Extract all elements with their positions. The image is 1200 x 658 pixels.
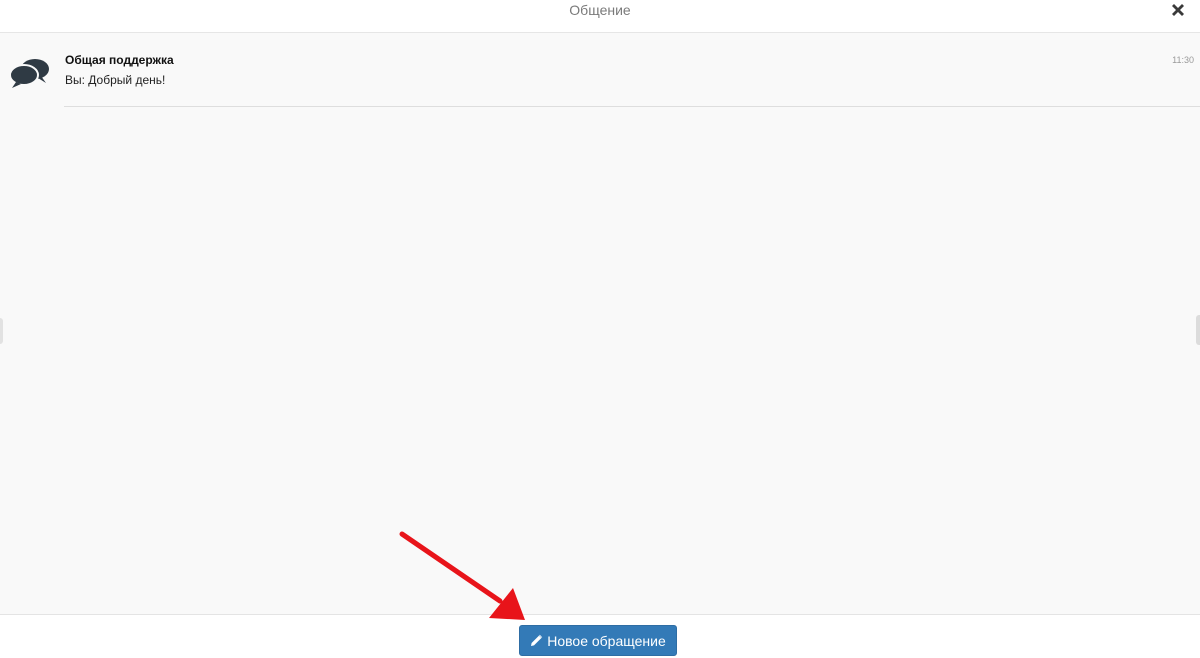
conversation-item[interactable]: Общая поддержка Вы: Добрый день! 11:30 [0, 33, 1200, 109]
close-button[interactable] [1170, 2, 1186, 18]
footer-bar: Новое обращение [0, 614, 1200, 658]
close-icon [1172, 4, 1184, 16]
chat-window: Общение Общая поддержка Вы: Добрый день!… [0, 0, 1200, 658]
conversation-title: Общая поддержка [65, 53, 174, 67]
header-bar: Общение [0, 0, 1200, 33]
pencil-icon [531, 634, 543, 646]
conversation-time: 11:30 [1172, 55, 1194, 65]
new-request-button[interactable]: Новое обращение [519, 625, 677, 656]
page-title: Общение [569, 2, 631, 18]
conversation-preview: Вы: Добрый день! [65, 73, 166, 87]
divider [64, 106, 1200, 107]
chat-bubbles-icon [9, 59, 49, 88]
new-request-label: Новое обращение [547, 632, 666, 649]
right-edge-handle [1196, 315, 1200, 345]
left-edge-handle [0, 318, 3, 344]
